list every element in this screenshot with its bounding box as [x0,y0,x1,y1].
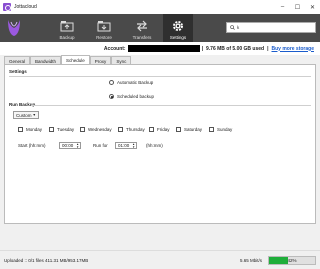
status-bar: Uploaded :: 0/1 files 411.31 MB/953.17MB… [0,250,320,269]
storage-usage: 9.76 MB of 5.00 GB used [206,45,265,52]
friday-label: Friday [157,127,170,132]
minimize-button[interactable]: – [275,0,290,14]
run-for-input[interactable]: 01:00 ▲ ▼ [115,142,137,149]
buy-storage-link[interactable]: Buy more storage [271,46,314,52]
automatic-backup-label: Automatic Backup [117,80,154,85]
scheduled-backup-radio[interactable] [109,94,114,99]
nav-restore-label: Restore [96,35,112,40]
nav-transfers-button[interactable]: Transfers [127,14,157,42]
nav-transfers-label: Transfers [132,35,152,40]
friday-checkbox[interactable] [149,127,154,132]
account-separator: | [201,45,203,52]
account-bar: Account: | 9.76 MB of 5.00 GB used | Buy… [0,42,320,55]
day-monday[interactable]: Monday [18,127,49,132]
day-tuesday[interactable]: Tuesday [49,127,80,132]
run-for-label: Run for [93,143,108,148]
sunday-checkbox[interactable] [209,127,214,132]
nav-backup-label: Backup [59,35,75,40]
start-time-label: Start (hh:mm) [18,143,46,148]
tuesday-checkbox[interactable] [49,127,54,132]
schedule-mode-value: Custom [16,112,32,118]
spin-arrows-icon[interactable]: ▲ ▼ [132,143,135,149]
account-name-redacted [127,45,200,52]
jottacloud-logo-icon [8,20,20,36]
transfers-icon [135,19,149,33]
progress-percent: 42% [287,258,297,263]
run-backup-divider [31,105,311,106]
automatic-backup-radio[interactable] [109,80,114,85]
thursday-checkbox[interactable] [118,127,123,132]
window-controls: – ☐ ✕ [275,0,320,14]
transfer-speed: 5.65 Mbit/s [240,258,263,263]
start-time-input[interactable]: 00:00 ▲ ▼ [59,142,81,149]
day-wednesday[interactable]: Wednesday [80,127,118,132]
monday-checkbox[interactable] [18,127,23,132]
thursday-label: Thursday [126,127,145,132]
saturday-label: Saturday [184,127,203,132]
window-title: Jottacloud [14,4,37,10]
tuesday-label: Tuesday [57,127,75,132]
run-for-unit: (hh:mm) [146,143,163,148]
title-bar: Jottacloud – ☐ ✕ [0,0,320,14]
start-time-value: 00:00 [62,143,74,148]
schedule-mode-select[interactable]: Custom ▼ [13,111,39,119]
nav-settings-button[interactable]: Settings [163,14,193,42]
app-icon [3,3,11,11]
day-friday[interactable]: Friday [149,127,176,132]
sunday-label: Sunday [217,127,233,132]
day-thursday[interactable]: Thursday [118,127,149,132]
wednesday-checkbox[interactable] [80,127,85,132]
nav-restore-button[interactable]: Restore [89,14,119,42]
restore-icon [97,19,111,33]
account-label: Account: [103,45,126,52]
run-for-value: 01:00 [118,143,130,148]
chevron-down-icon: ▼ [32,113,36,117]
spin-arrows-icon[interactable]: ▲ ▼ [76,143,79,149]
scheduled-backup-option[interactable]: Scheduled backup [109,94,154,99]
main-toolbar: Backup Restore Transfers Settings k [0,14,320,42]
automatic-backup-option[interactable]: Automatic Backup [109,80,153,85]
schedule-panel: Settings Automatic Backup Scheduled back… [4,64,316,224]
nav-settings-label: Settings [169,35,187,40]
weekday-checkboxes: Monday Tuesday Wednesday Thursday Friday… [18,127,237,132]
saturday-checkbox[interactable] [176,127,181,132]
day-sunday[interactable]: Sunday [209,127,237,132]
scheduled-backup-label: Scheduled backup [117,94,155,99]
day-saturday[interactable]: Saturday [176,127,209,132]
close-button[interactable]: ✕ [305,0,320,14]
settings-heading: Settings [9,69,27,74]
backup-icon [60,19,74,33]
gear-icon [171,19,185,33]
wednesday-label: Wednesday [88,127,112,132]
nav-backup-button[interactable]: Backup [52,14,82,42]
search-input[interactable]: k [226,22,316,33]
search-icon [230,24,235,31]
upload-status: Uploaded :: 0/1 files 411.31 MB/953.17MB [4,258,89,263]
settings-divider [9,76,311,77]
upload-progress-bar: 42% [268,256,316,265]
monday-label: Monday [26,127,43,132]
account-separator-2: | [267,45,269,52]
search-value: k [237,25,240,30]
maximize-button[interactable]: ☐ [290,0,305,14]
